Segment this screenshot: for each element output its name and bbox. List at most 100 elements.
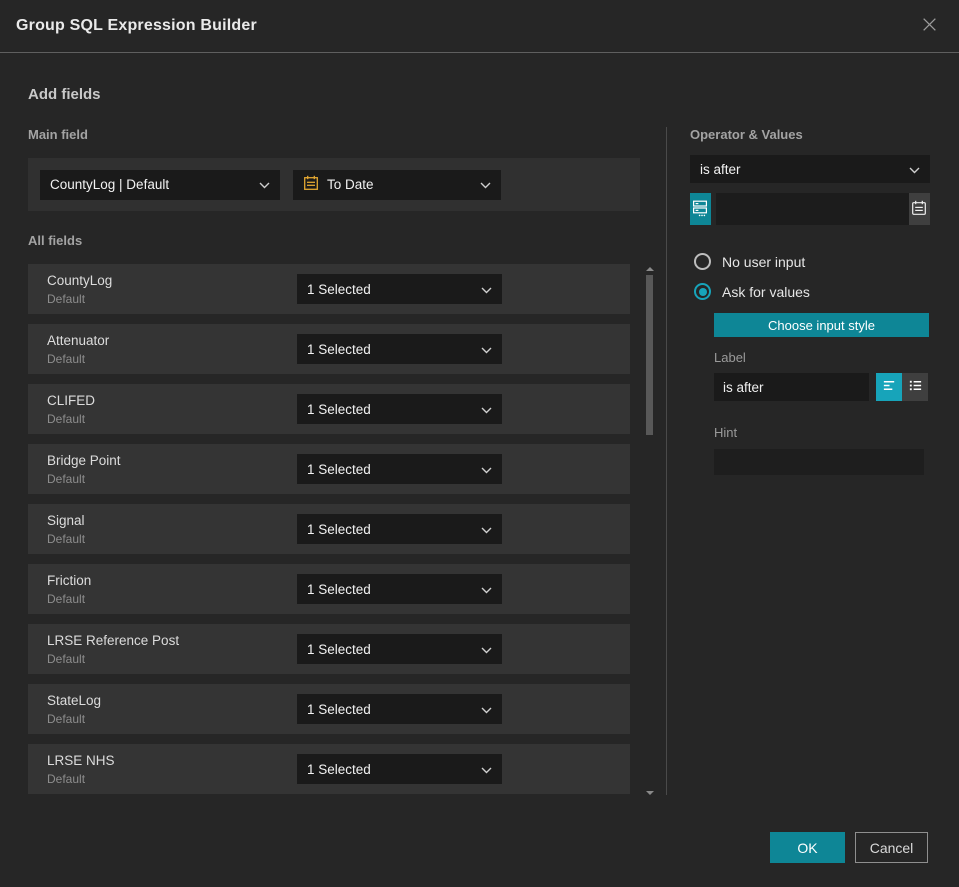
field-type: Default	[47, 651, 86, 666]
group-sql-expression-builder-dialog: Group SQL Expression Builder Add fields …	[0, 0, 959, 887]
field-name: LRSE NHS	[47, 752, 115, 768]
chevron-down-icon	[481, 462, 492, 477]
field-type: Default	[47, 351, 86, 366]
list-style-button[interactable]	[902, 373, 928, 401]
main-field-select-value: CountyLog | Default	[50, 177, 170, 192]
align-left-icon	[882, 378, 897, 396]
field-selection-value: 1 Selected	[307, 641, 371, 657]
main-field-select[interactable]: CountyLog | Default	[40, 169, 280, 200]
dialog-body: Add fields Main field CountyLog | Defaul…	[0, 53, 959, 795]
ok-button[interactable]: OK	[770, 832, 845, 863]
scroll-up-arrow[interactable]	[645, 267, 654, 271]
value-input-row	[690, 193, 930, 225]
no-user-input-option[interactable]: No user input	[694, 253, 930, 270]
field-selection-dropdown[interactable]: 1 Selected	[297, 574, 502, 604]
no-user-input-label: No user input	[722, 253, 806, 270]
operator-select[interactable]: is after	[690, 155, 930, 183]
multiple-values-button[interactable]	[690, 193, 711, 225]
field-name: Friction	[47, 572, 92, 588]
field-name: LRSE Reference Post	[47, 632, 180, 648]
field-selection-value: 1 Selected	[307, 401, 371, 417]
scroll-down-arrow[interactable]	[646, 791, 654, 795]
panel-divider	[666, 127, 667, 795]
radio-unselected[interactable]	[694, 253, 711, 270]
all-fields-list: CountyLog Default 1 Selected Attenuator …	[28, 264, 666, 795]
field-selection-value: 1 Selected	[307, 461, 371, 477]
radio-selected[interactable]	[694, 283, 711, 300]
field-row: StateLog Default 1 Selected	[28, 684, 630, 734]
field-type: Default	[47, 711, 86, 726]
dialog-title: Group SQL Expression Builder	[16, 17, 257, 34]
field-type: Default	[47, 771, 86, 786]
ask-for-values-label: Ask for values	[722, 283, 810, 300]
field-row: CLIFED Default 1 Selected	[28, 384, 630, 434]
single-value-style-button[interactable]	[876, 373, 902, 401]
field-row: LRSE NHS Default 1 Selected	[28, 744, 630, 794]
field-row: Attenuator Default 1 Selected	[28, 324, 630, 374]
field-name: Bridge Point	[47, 452, 121, 468]
field-selection-value: 1 Selected	[307, 701, 371, 717]
cancel-button[interactable]: Cancel	[855, 832, 928, 863]
hint-caption: Hint	[714, 425, 738, 440]
main-field-row: CountyLog | Default To Date	[28, 158, 640, 211]
chevron-down-icon	[481, 402, 492, 417]
value-input[interactable]	[715, 193, 909, 225]
field-row: Friction Default 1 Selected	[28, 564, 630, 614]
close-button[interactable]	[917, 12, 942, 40]
field-selection-dropdown[interactable]: 1 Selected	[297, 634, 502, 664]
date-field-select[interactable]: To Date	[293, 169, 501, 200]
field-selection-dropdown[interactable]: 1 Selected	[297, 754, 502, 784]
field-row: CountyLog Default 1 Selected	[28, 264, 630, 314]
list-icon	[908, 378, 923, 396]
field-selection-dropdown[interactable]: 1 Selected	[297, 334, 502, 364]
ask-for-values-option[interactable]: Ask for values	[694, 283, 930, 300]
chevron-down-icon	[909, 162, 920, 177]
chevron-down-icon	[259, 177, 270, 192]
label-input[interactable]	[714, 373, 869, 401]
field-selection-dropdown[interactable]: 1 Selected	[297, 514, 502, 544]
chevron-down-icon	[481, 702, 492, 717]
field-name: StateLog	[47, 692, 102, 708]
field-type: Default	[47, 291, 86, 306]
field-type: Default	[47, 471, 86, 486]
field-type: Default	[47, 591, 86, 606]
field-row: Bridge Point Default 1 Selected	[28, 444, 630, 494]
hint-input[interactable]	[714, 449, 924, 475]
list-scrollbar[interactable]	[645, 264, 654, 795]
scrollbar-thumb[interactable]	[646, 275, 653, 435]
field-name: CLIFED	[47, 392, 96, 408]
field-selection-dropdown[interactable]: 1 Selected	[297, 694, 502, 724]
choose-input-style-button[interactable]: Choose input style	[714, 313, 929, 337]
ask-for-values-config: Choose input style Label is after Hint	[714, 313, 930, 475]
chevron-down-icon	[481, 342, 492, 357]
field-selection-value: 1 Selected	[307, 281, 371, 297]
chevron-down-icon	[481, 282, 492, 297]
calendar-icon	[303, 175, 319, 194]
field-name: Signal	[47, 512, 85, 528]
operator-values-label: Operator & Values	[690, 127, 803, 142]
chevron-down-icon	[481, 642, 492, 657]
field-name: CountyLog	[47, 272, 113, 288]
field-selection-dropdown[interactable]: 1 Selected	[297, 454, 502, 484]
chevron-down-icon	[481, 762, 492, 777]
field-row: LRSE Reference Post Default 1 Selected	[28, 624, 630, 674]
calendar-icon	[911, 200, 927, 219]
user-input-options: No user input Ask for values	[694, 253, 930, 300]
field-selection-dropdown[interactable]: 1 Selected	[297, 394, 502, 424]
chevron-down-icon	[481, 522, 492, 537]
field-selection-value: 1 Selected	[307, 581, 371, 597]
field-name: Attenuator	[47, 332, 110, 348]
columns: Main field CountyLog | Default To Date A…	[28, 127, 930, 795]
field-selection-value: 1 Selected	[307, 761, 371, 777]
chevron-down-icon	[480, 177, 491, 192]
chevron-down-icon	[481, 582, 492, 597]
close-icon	[921, 16, 938, 36]
field-selection-dropdown[interactable]: 1 Selected	[297, 274, 502, 304]
add-fields-heading: Add fields	[28, 86, 101, 103]
label-caption: Label	[714, 350, 746, 365]
dialog-footer: OK Cancel	[770, 832, 928, 863]
operator-select-value: is after	[700, 161, 741, 177]
date-picker-button[interactable]	[908, 193, 930, 225]
label-input-row	[714, 373, 930, 401]
field-type: Default	[47, 531, 86, 546]
